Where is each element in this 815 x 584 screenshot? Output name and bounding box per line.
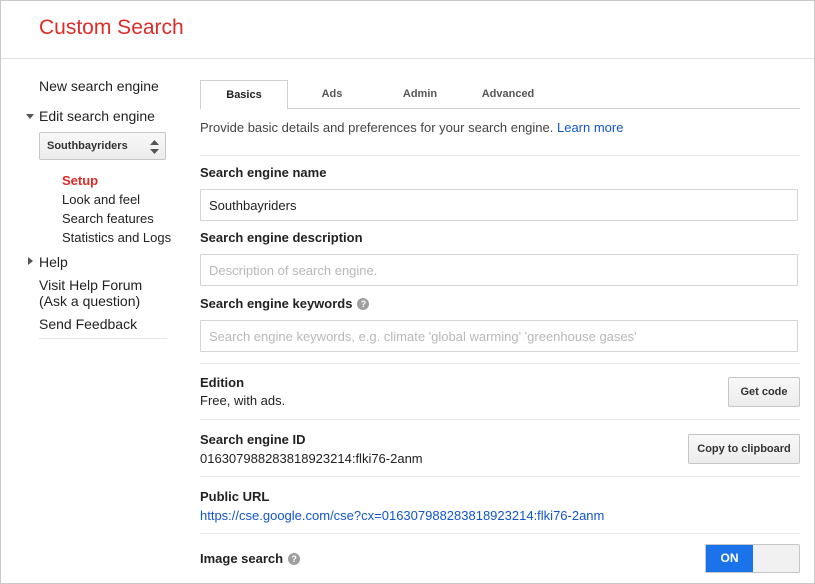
tab-basics[interactable]: Basics [200, 80, 288, 110]
help-link[interactable]: Help [39, 254, 68, 270]
image-search-label: Image search [200, 551, 284, 566]
tab-advanced[interactable]: Advanced [464, 80, 552, 109]
help-forum-link[interactable]: Visit Help Forum (Ask a question) [39, 277, 142, 309]
engine-keywords-input[interactable] [200, 320, 798, 352]
help-icon[interactable]: ? [288, 553, 301, 565]
engine-description-input[interactable] [200, 254, 798, 286]
copy-to-clipboard-button[interactable]: Copy to clipboard [688, 434, 800, 464]
tab-ads[interactable]: Ads [288, 80, 376, 109]
sidebar-divider [39, 338, 167, 339]
help-icon[interactable]: ? [357, 298, 370, 310]
edition-value: Free, with ads. [200, 393, 286, 408]
engine-name-label: Search engine name [200, 165, 327, 180]
image-search-toggle[interactable]: ON [705, 544, 800, 573]
sidebar-item-statistics-and-logs[interactable]: Statistics and Logs [62, 230, 171, 245]
app-title: Custom Search [39, 16, 184, 39]
app-window: Custom Search New search engine Edit sea… [0, 0, 815, 584]
divider [200, 155, 800, 156]
engine-description-label: Search engine description [200, 230, 363, 245]
intro-description: Provide basic details and preferences fo… [200, 120, 557, 135]
sidebar-item-setup[interactable]: Setup [62, 173, 98, 188]
intro-text: Provide basic details and preferences fo… [200, 120, 623, 135]
engine-name-input[interactable] [200, 189, 798, 221]
get-code-button[interactable]: Get code [728, 377, 800, 407]
help-forum-label: Visit Help Forum [39, 277, 143, 293]
engine-keywords-label: Search engine keywords [200, 296, 353, 311]
edition-label: Edition [200, 375, 245, 390]
toggle-on-label: ON [706, 545, 753, 572]
engine-keywords-label-row: Search engine keywords? [200, 296, 370, 311]
engine-select-value: Southbayriders [47, 140, 128, 152]
updown-arrows-icon [150, 140, 159, 154]
divider [200, 533, 800, 534]
send-feedback-link[interactable]: Send Feedback [39, 316, 137, 332]
engine-id-value: 016307988283818923214:flki76-2anm [200, 451, 423, 466]
header: Custom Search [1, 1, 814, 59]
triangle-down-icon[interactable] [26, 114, 34, 119]
tab-bar: Basics Ads Admin Advanced [200, 80, 800, 110]
sidebar-item-search-features[interactable]: Search features [62, 211, 154, 226]
engine-select[interactable]: Southbayriders [39, 132, 166, 160]
divider [200, 363, 800, 364]
learn-more-link[interactable]: Learn more [557, 120, 623, 135]
engine-id-label: Search engine ID [200, 432, 306, 447]
divider [200, 476, 800, 477]
sidebar: New search engine Edit search engine Sou… [1, 59, 181, 579]
tab-admin[interactable]: Admin [376, 80, 464, 109]
public-url-label: Public URL [200, 489, 270, 504]
public-url-link[interactable]: https://cse.google.com/cse?cx=0163079882… [200, 508, 604, 523]
new-search-engine-link[interactable]: New search engine [39, 78, 159, 94]
divider [200, 419, 800, 420]
triangle-right-icon[interactable] [28, 257, 33, 265]
image-search-label-row: Image search? [200, 551, 301, 566]
help-forum-sublabel: (Ask a question) [39, 293, 141, 309]
edit-search-engine-link[interactable]: Edit search engine [39, 108, 155, 124]
sidebar-item-look-and-feel[interactable]: Look and feel [62, 192, 140, 207]
